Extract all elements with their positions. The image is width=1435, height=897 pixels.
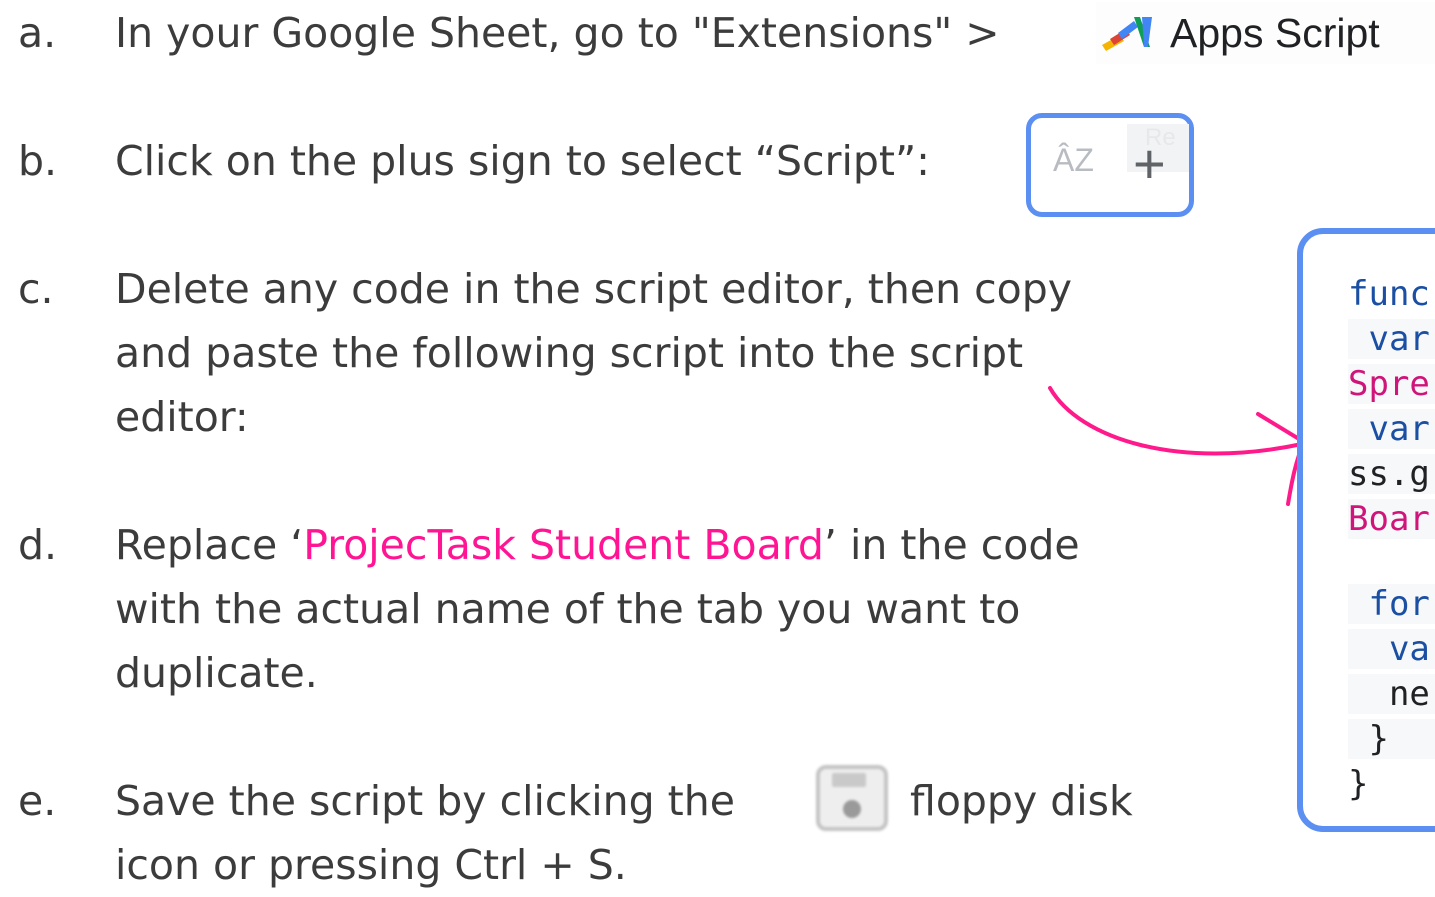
code-line: va <box>1348 629 1435 669</box>
code-line: ss.g <box>1348 454 1435 494</box>
code-line: var <box>1348 409 1435 449</box>
code-line: Spre <box>1348 364 1435 404</box>
code-line: var <box>1348 319 1435 359</box>
code-line: } <box>1348 719 1435 759</box>
code-line: ne <box>1348 674 1435 714</box>
code-line: Boar <box>1348 499 1435 539</box>
code-snippet-panel: func var Spre var ss.g Boar for va ne } … <box>1297 228 1435 832</box>
code-line: } <box>1348 764 1369 804</box>
code-line: func <box>1348 274 1430 314</box>
code-line: for <box>1348 584 1435 624</box>
curved-arrow <box>1048 386 1306 506</box>
